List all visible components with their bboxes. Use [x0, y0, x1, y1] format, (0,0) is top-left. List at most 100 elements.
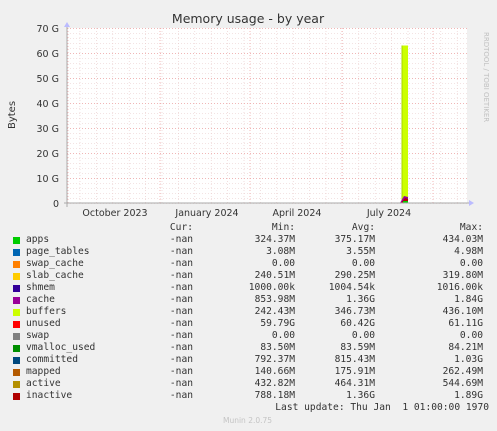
legend-row-slab-cache: slab_cache -nan 240.51M 290.25M 319.80M: [0, 270, 497, 282]
legend-cur-value: -nan: [169, 378, 193, 389]
legend-max-value: 434.03M: [442, 234, 483, 245]
legend-min-value: 3.08M: [266, 246, 295, 257]
legend-swatch: [13, 333, 20, 340]
legend-avg-value: 1.36G: [346, 390, 375, 401]
legend-swatch: [13, 345, 20, 352]
legend-swatch: [13, 309, 20, 316]
y-tick-label: 40 G: [37, 99, 59, 110]
legend-series-name: cache: [26, 294, 55, 305]
legend-min-value: 83.50M: [260, 342, 295, 353]
legend-min-value: 853.98M: [254, 294, 295, 305]
legend-row-inactive: inactive -nan 788.18M 1.36G 1.89G: [0, 390, 497, 402]
legend-max-value: 61.11G: [448, 318, 483, 329]
y-tick-label: 30 G: [37, 124, 59, 135]
legend-min-value: 324.37M: [254, 234, 295, 245]
last-update: Last update: Thu Jan 1 01:00:00 1970: [275, 402, 489, 413]
legend-series-name: apps: [26, 234, 50, 245]
rrdtool-credit: RRDTOOL / TOBI OETIKER: [482, 32, 490, 123]
legend-avg-value: 175.91M: [334, 366, 375, 377]
legend-row-swap: swap -nan 0.00 0.00 0.00: [0, 330, 497, 342]
x-tick-label: January 2024: [174, 208, 238, 219]
legend-row-page-tables: page_tables -nan 3.08M 3.55M 4.98M: [0, 246, 497, 258]
legend-header-avg: Avg:: [351, 222, 375, 233]
x-tick-label: July 2024: [366, 208, 411, 219]
munin-version: Munin 2.0.75: [223, 416, 273, 425]
legend-cur-value: -nan: [169, 270, 193, 281]
legend-avg-value: 815.43M: [334, 354, 375, 365]
y-tick-label: 60 G: [37, 49, 59, 60]
legend-row-active: active -nan 432.82M 464.31M 544.69M: [0, 378, 497, 390]
legend-avg-value: 1.36G: [346, 294, 375, 305]
y-tick-label: 70 G: [37, 24, 59, 35]
legend-max-value: 1.03G: [454, 354, 483, 365]
legend-avg-value: 290.25M: [334, 270, 375, 281]
legend-cur-value: -nan: [169, 234, 193, 245]
legend-series-name: swap: [26, 330, 50, 341]
legend-series-name: shmem: [26, 282, 55, 293]
legend-max-value: 1.89G: [454, 390, 483, 401]
legend-min-value: 59.79G: [260, 318, 295, 329]
legend-row-buffers: buffers -nan 242.43M 346.73M 436.10M: [0, 306, 497, 318]
legend-swatch: [13, 273, 20, 280]
legend-min-value: 0.00: [271, 330, 295, 341]
legend-max-value: 1.84G: [454, 294, 483, 305]
x-axis-arrow: [469, 200, 474, 206]
legend-series-name: vmalloc_used: [26, 342, 96, 353]
legend-swatch: [13, 321, 20, 328]
legend-series-name: page_tables: [26, 246, 90, 257]
legend-cur-value: -nan: [169, 330, 193, 341]
legend-series-name: swap_cache: [26, 258, 84, 269]
legend-min-value: 432.82M: [254, 378, 295, 389]
legend-max-value: 319.80M: [442, 270, 483, 281]
legend-series-name: buffers: [26, 306, 67, 317]
legend-min-value: 788.18M: [254, 390, 295, 401]
legend-min-value: 1000.00k: [248, 282, 295, 293]
legend-avg-value: 375.17M: [334, 234, 375, 245]
legend-header: Cur: Min: Avg: Max:: [0, 222, 497, 234]
legend-header-min: Min:: [271, 222, 295, 233]
legend-max-value: 0.00: [459, 258, 483, 269]
legend-max-value: 4.98M: [454, 246, 483, 257]
legend-row-cache: cache -nan 853.98M 1.36G 1.84G: [0, 294, 497, 306]
y-axis-arrow: [64, 22, 70, 27]
legend-cur-value: -nan: [169, 318, 193, 329]
x-tick-label: April 2024: [273, 208, 322, 219]
legend-series-name: committed: [26, 354, 78, 365]
y-tick-label: 50 G: [37, 74, 59, 85]
legend-cur-value: -nan: [169, 342, 193, 353]
y-axis-label: Bytes: [7, 101, 18, 129]
legend-series-name: inactive: [26, 390, 73, 401]
legend-swatch: [13, 393, 20, 400]
legend-swatch: [13, 237, 20, 244]
legend-swatch: [13, 285, 20, 292]
legend-swatch: [13, 297, 20, 304]
legend-series-name: mapped: [26, 366, 61, 377]
series-unused-area: [402, 45, 408, 203]
legend-min-value: 792.37M: [254, 354, 295, 365]
series-buffers-edge: [401, 45, 403, 203]
x-tick-label: October 2023: [82, 208, 147, 219]
y-tick-label: 20 G: [37, 149, 59, 160]
legend-max-value: 84.21M: [448, 342, 483, 353]
legend-min-value: 240.51M: [254, 270, 295, 281]
legend-row-swap-cache: swap_cache -nan 0.00 0.00 0.00: [0, 258, 497, 270]
legend-row-mapped: mapped -nan 140.66M 175.91M 262.49M: [0, 366, 497, 378]
legend-swatch: [13, 249, 20, 256]
legend-avg-value: 3.55M: [346, 246, 375, 257]
legend-cur-value: -nan: [169, 246, 193, 257]
legend-series-name: unused: [26, 318, 61, 329]
legend-row-apps: apps -nan 324.37M 375.17M 434.03M: [0, 234, 497, 246]
legend-avg-value: 346.73M: [334, 306, 375, 317]
legend-swatch: [13, 381, 20, 388]
legend-avg-value: 464.31M: [334, 378, 375, 389]
legend-cur-value: -nan: [169, 366, 193, 377]
y-tick-label: 10 G: [37, 174, 59, 185]
legend-series-name: active: [26, 378, 61, 389]
legend-row-shmem: shmem -nan 1000.00k 1004.54k 1016.00k: [0, 282, 497, 294]
legend-swatch: [13, 369, 20, 376]
legend-cur-value: -nan: [169, 258, 193, 269]
legend-cur-value: -nan: [169, 390, 193, 401]
y-tick-label: 0: [53, 199, 59, 210]
legend-header-max: Max:: [459, 222, 483, 233]
legend-max-value: 544.69M: [442, 378, 483, 389]
